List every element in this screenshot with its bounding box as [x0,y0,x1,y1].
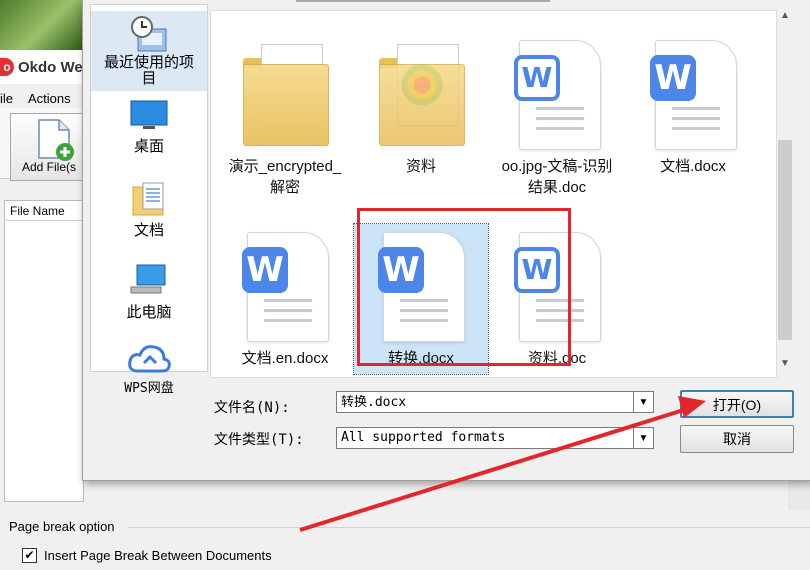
place-wps-cloud[interactable]: WPS网盘 [91,343,207,396]
add-file-icon [38,119,74,161]
menu-actions[interactable]: Actions [28,91,71,106]
documents-icon [132,182,164,216]
file-name: 结果.doc [527,179,587,196]
place-label: 此电脑 [126,304,172,321]
file-name: 资料 [405,158,436,175]
place-documents[interactable]: 文档 [91,181,207,240]
column-header-label: File Name [10,204,65,218]
place-label: 最近使用的项目 [103,54,194,87]
file-item-document[interactable]: W 文档.en.docx [218,228,352,369]
page-break-group-label: Page break option [9,519,115,534]
word-document-icon: W [507,36,607,156]
app-title: Okdo We [18,59,83,76]
file-item-folder[interactable]: 资料 [354,36,488,177]
places-bar: 最近使用的项目 桌面 文档 此电脑 WPS网盘 [90,4,208,396]
filetype-label: 文件类型(T): [214,432,304,448]
column-header-file-name[interactable]: File Name [6,202,82,221]
place-label: WPS网盘 [124,381,174,396]
file-list[interactable] [4,200,84,502]
cancel-button[interactable]: 取消 [680,425,794,453]
file-name: oo.jpg-文稿-识别 [501,158,613,175]
place-recent-items[interactable]: 最近使用的项目 [91,11,207,91]
place-label: 桌面 [133,138,164,155]
file-item-folder[interactable]: 演示_encrypted_ 解密 [218,36,352,198]
filetype-select[interactable]: All supported formats [336,427,634,449]
word-document-icon: W [235,228,335,348]
scroll-down-arrow-icon[interactable]: ▼ [776,358,794,374]
group-divider [128,527,810,528]
recent-items-icon [131,16,167,52]
folder-icon [235,36,335,156]
this-pc-icon [130,264,166,294]
word-document-icon: W [643,36,743,156]
file-name: 文档.docx [660,158,726,175]
menu-file[interactable]: ile [0,91,13,106]
filename-label: 文件名(N): [214,400,290,416]
folder-icon [371,36,471,156]
scrollbar-thumb[interactable] [778,140,792,340]
wps-cloud-icon [128,345,171,373]
filename-dropdown-icon[interactable]: ▼ [634,391,654,413]
place-desktop[interactable]: 桌面 [91,99,207,156]
file-item-document[interactable]: W 文档.docx [626,36,760,177]
scroll-up-arrow-icon[interactable]: ▲ [776,10,794,26]
file-item-document[interactable]: W oo.jpg-文稿-识别 结果.doc [490,36,624,198]
page-break-checkbox[interactable]: ✔ [22,548,37,563]
open-button[interactable]: 打开(O) [680,390,794,418]
desktop-wallpaper [0,0,82,50]
page-break-checkbox-label[interactable]: Insert Page Break Between Documents [44,548,272,563]
file-name: 文档.en.docx [241,350,329,367]
add-files-label: Add File(s [22,160,77,174]
filename-input[interactable]: 转换.docx [336,391,634,413]
annotation-highlight-box [357,208,571,366]
filetype-dropdown-icon[interactable]: ▼ [634,427,654,449]
desktop-icon [130,100,168,129]
place-label: 文档 [133,222,164,239]
place-this-pc[interactable]: 此电脑 [91,263,207,322]
file-name: 解密 [269,179,300,196]
file-name: 演示_encrypted_ [228,158,342,175]
dialog-top-edge [296,0,550,2]
